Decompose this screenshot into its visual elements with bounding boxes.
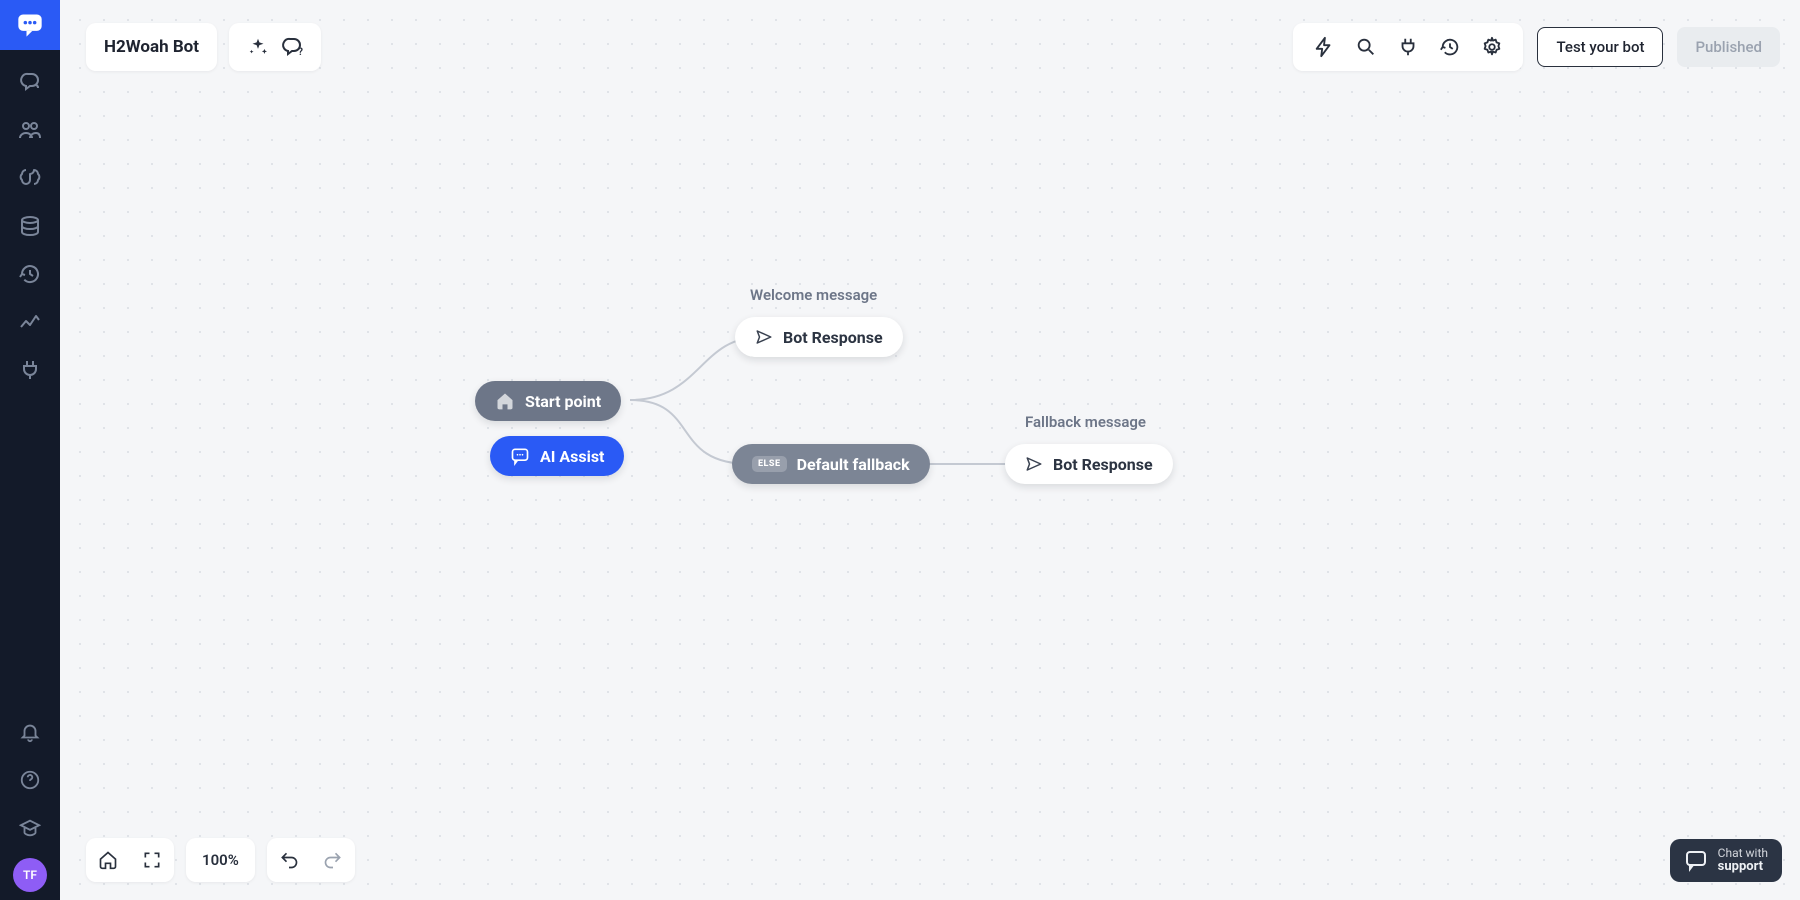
test-bot-button[interactable]: Test your bot bbox=[1537, 27, 1663, 67]
search-button[interactable] bbox=[1345, 26, 1387, 68]
gear-icon bbox=[1481, 36, 1503, 58]
sparkle-icon bbox=[247, 36, 269, 58]
zoom-level[interactable]: 100% bbox=[186, 851, 255, 869]
top-bar: H2Woah Bot ? bbox=[86, 22, 1780, 72]
quick-actions-chip: ? bbox=[229, 23, 321, 71]
users-icon bbox=[18, 118, 42, 142]
plug-icon bbox=[1397, 36, 1419, 58]
plug-icon bbox=[18, 358, 42, 382]
else-badge: ELSE bbox=[752, 456, 787, 472]
expand-icon bbox=[142, 850, 162, 870]
sidebar-item-chat-flow[interactable] bbox=[0, 58, 60, 106]
support-line1: Chat with bbox=[1718, 847, 1768, 860]
bot-chat-icon: ? bbox=[280, 35, 304, 59]
bolt-button[interactable] bbox=[1303, 26, 1345, 68]
home-icon bbox=[495, 391, 515, 411]
ai-assist-label: AI Assist bbox=[540, 447, 604, 466]
start-point-node[interactable]: Start point bbox=[475, 381, 621, 421]
redo-icon bbox=[323, 850, 343, 870]
bot-name: H2Woah Bot bbox=[104, 37, 199, 57]
published-button: Published bbox=[1677, 27, 1780, 67]
fallback-response-node[interactable]: Bot Response bbox=[1005, 444, 1173, 484]
analytics-icon bbox=[18, 310, 42, 334]
flow-canvas[interactable]: Welcome message Fallback message Start p… bbox=[60, 0, 1800, 900]
sidebar-item-analytics[interactable] bbox=[0, 298, 60, 346]
fallback-label: Fallback message bbox=[1025, 413, 1146, 431]
bot-name-chip[interactable]: H2Woah Bot bbox=[86, 23, 217, 71]
brand-logo[interactable] bbox=[0, 0, 60, 50]
brain-icon bbox=[18, 166, 42, 190]
sparkle-button[interactable] bbox=[241, 30, 275, 64]
support-text: Chat with support bbox=[1718, 847, 1768, 874]
bolt-icon bbox=[1313, 36, 1335, 58]
sidebar-item-history[interactable] bbox=[0, 250, 60, 298]
integrations-button[interactable] bbox=[1387, 26, 1429, 68]
database-icon bbox=[18, 214, 42, 238]
undo-button[interactable] bbox=[267, 838, 311, 882]
default-fallback-node[interactable]: ELSE Default fallback bbox=[732, 444, 930, 484]
svg-text:?: ? bbox=[298, 47, 303, 58]
chat-icon bbox=[510, 446, 530, 466]
chat-with-support[interactable]: Chat with support bbox=[1670, 839, 1782, 882]
settings-button[interactable] bbox=[1471, 26, 1513, 68]
support-chat-icon bbox=[1684, 848, 1708, 872]
redo-button[interactable] bbox=[311, 838, 355, 882]
connectors bbox=[60, 0, 1800, 900]
support-line2: support bbox=[1718, 860, 1768, 874]
welcome-response-node[interactable]: Bot Response bbox=[735, 317, 903, 357]
undo-icon bbox=[279, 850, 299, 870]
help-icon bbox=[19, 769, 41, 791]
sidebar-item-plug[interactable] bbox=[0, 346, 60, 394]
header-toolbar bbox=[1293, 23, 1523, 71]
home-icon bbox=[98, 850, 118, 870]
version-history-button[interactable] bbox=[1429, 26, 1471, 68]
fullscreen-button[interactable] bbox=[130, 838, 174, 882]
ai-assist-node[interactable]: AI Assist bbox=[490, 436, 624, 476]
default-fallback-label: Default fallback bbox=[797, 455, 910, 474]
send-icon bbox=[755, 328, 773, 346]
avatar[interactable]: TF bbox=[13, 858, 47, 892]
sidebar-item-bell[interactable] bbox=[0, 708, 60, 756]
sidebar-item-database[interactable] bbox=[0, 202, 60, 250]
fallback-response-label: Bot Response bbox=[1053, 455, 1153, 474]
welcome-label: Welcome message bbox=[750, 286, 877, 304]
left-sidebar: TF bbox=[0, 0, 60, 900]
history-icon bbox=[18, 262, 42, 286]
academy-icon bbox=[19, 817, 41, 839]
bell-icon bbox=[19, 721, 41, 743]
home-view-button[interactable] bbox=[86, 838, 130, 882]
sidebar-item-help[interactable] bbox=[0, 756, 60, 804]
sidebar-item-users[interactable] bbox=[0, 106, 60, 154]
bot-chat-button[interactable]: ? bbox=[275, 30, 309, 64]
send-icon bbox=[1025, 455, 1043, 473]
sidebar-item-academy[interactable] bbox=[0, 804, 60, 852]
start-point-label: Start point bbox=[525, 392, 601, 411]
welcome-response-label: Bot Response bbox=[783, 328, 883, 347]
chat-logo-icon bbox=[16, 11, 44, 39]
sidebar-item-brain[interactable] bbox=[0, 154, 60, 202]
chat-flow-icon bbox=[18, 70, 42, 94]
search-icon bbox=[1355, 36, 1377, 58]
history-icon bbox=[1439, 36, 1461, 58]
canvas-controls: 100% bbox=[86, 838, 355, 882]
